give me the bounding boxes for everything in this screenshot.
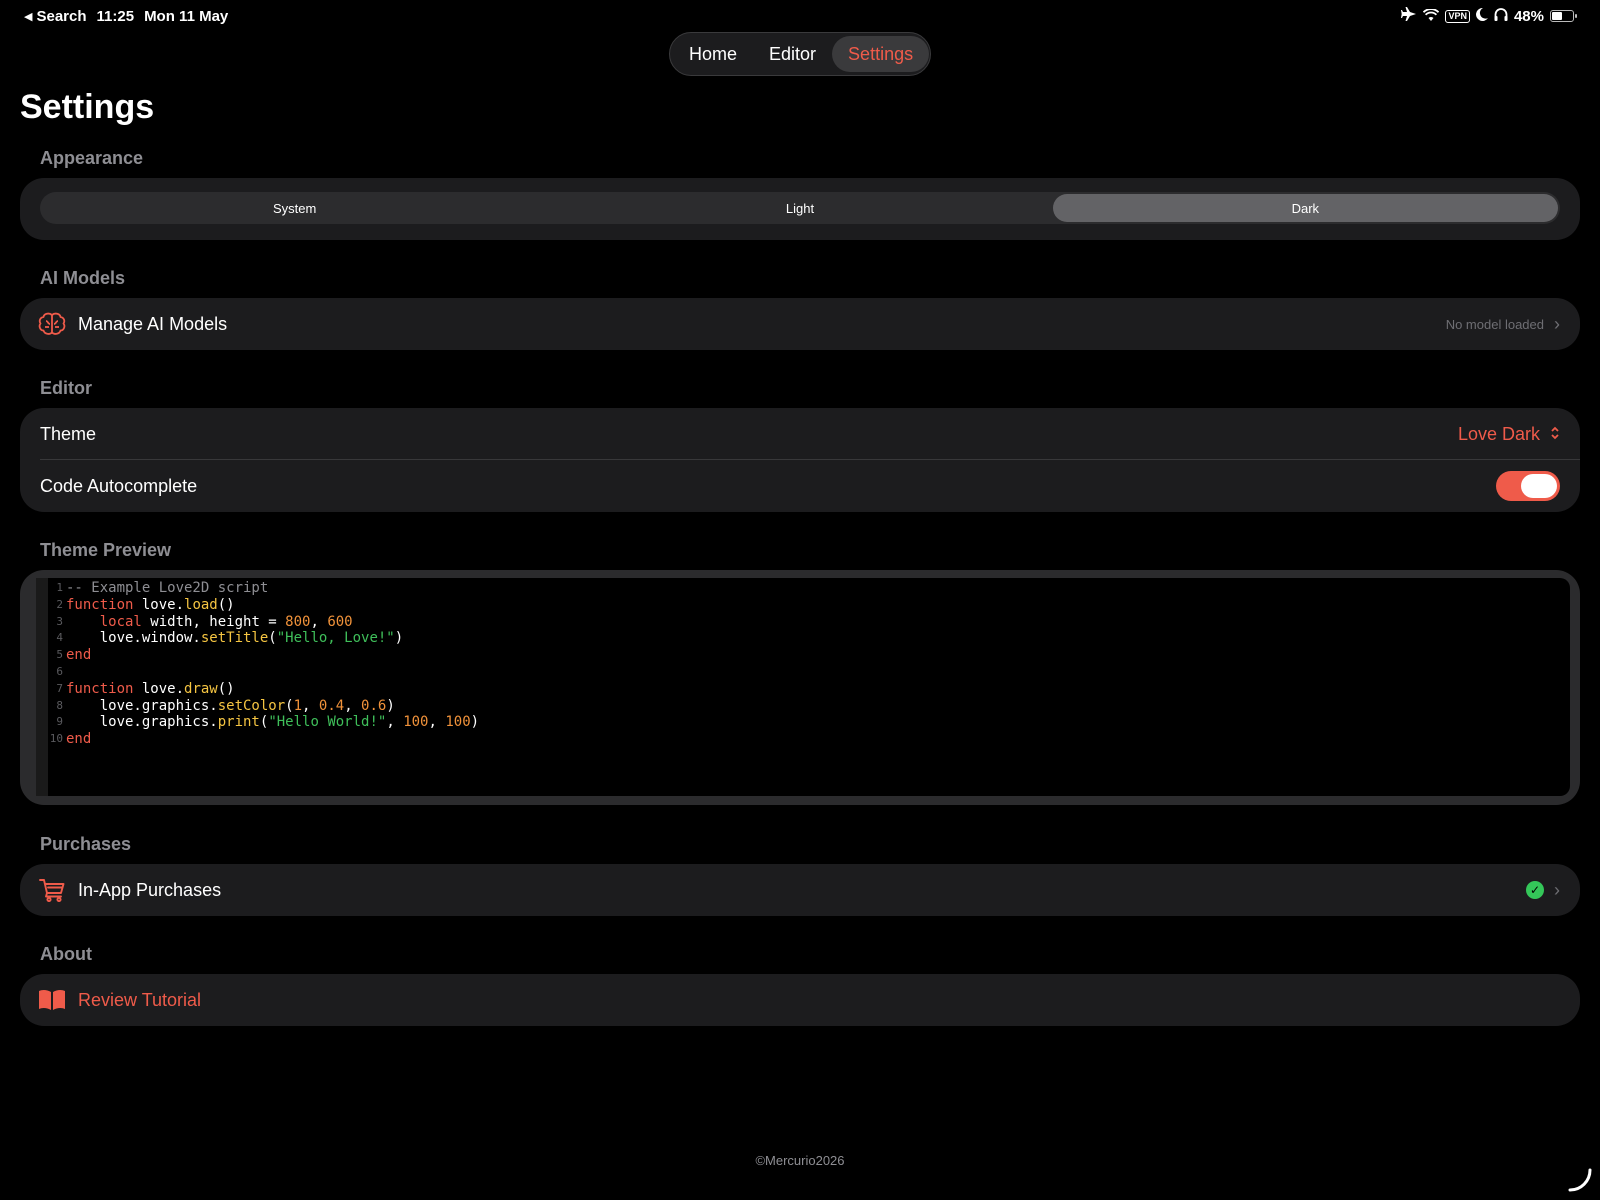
headphones-icon [1494, 7, 1508, 25]
code-line: 8 love.graphics.setColor(1, 0.4, 0.6) [38, 698, 479, 715]
ai-models-card: Manage AI Models No model loaded › [20, 298, 1580, 350]
editor-card: Theme Love Dark Code Autocomplete [20, 408, 1580, 512]
chevron-right-icon: › [1554, 313, 1560, 334]
code-line: 5 end [38, 647, 479, 664]
line-number: 3 [56, 614, 63, 628]
status-bar: ◀ Search 11:25 Mon 11 May VPN 48% [0, 0, 1600, 32]
code-autocomplete-toggle[interactable] [1496, 471, 1560, 501]
line-number: 1 [56, 581, 63, 594]
brain-icon [38, 310, 66, 338]
review-tutorial-label: Review Tutorial [78, 989, 202, 1010]
manage-ai-models-row[interactable]: Manage AI Models No model loaded › [20, 298, 1580, 350]
about-card: Review Tutorial [20, 974, 1580, 1026]
code-line: 4 love.window.setTitle("Hello, Love!") [38, 630, 479, 647]
cart-icon [38, 876, 66, 904]
toggle-knob [1521, 474, 1557, 498]
code-text: love.graphics.setColor(1, 0.4, 0.6) [66, 697, 395, 714]
back-label: Search [36, 8, 87, 25]
appearance-option-dark[interactable]: Dark [1052, 194, 1558, 222]
status-time: 11:25 [96, 8, 135, 25]
appearance-option-light[interactable]: Light [547, 194, 1052, 222]
battery-percent: 48% [1513, 7, 1544, 25]
section-header-ai-models: AI Models [40, 268, 126, 288]
code-text: -- Example Love2D script [66, 580, 269, 596]
code-line: 10 end [38, 731, 479, 748]
page-title: Settings [20, 88, 155, 126]
tab-editor[interactable]: Editor [753, 36, 832, 72]
in-app-purchases-label: In-App Purchases [78, 879, 222, 900]
code-autocomplete-row: Code Autocomplete [20, 460, 1580, 512]
theme-row: Theme Love Dark [20, 408, 1580, 460]
chevron-up-down-icon [1550, 424, 1560, 445]
code-text: love.graphics.print("Hello World!", 100,… [66, 714, 480, 731]
code-line: 7 function love.draw() [38, 681, 479, 698]
theme-value: Love Dark [1457, 423, 1540, 444]
section-header-appearance: Appearance [40, 148, 144, 168]
line-number: 2 [56, 597, 63, 611]
code-autocomplete-label: Code Autocomplete [40, 475, 198, 496]
code-text: local width, height = 800, 600 [99, 613, 353, 630]
code-text: function love.load() [66, 596, 235, 613]
back-triangle-icon: ◀ [24, 11, 33, 23]
chevron-right-icon: › [1554, 879, 1560, 900]
copyright-footer: ©Mercurio2026 [755, 1153, 845, 1168]
main-tab-bar: Home Editor Settings [669, 32, 931, 76]
manage-ai-models-label: Manage AI Models [78, 313, 228, 334]
line-number: 9 [56, 715, 63, 729]
vpn-badge: VPN [1445, 9, 1470, 23]
code-preview-lines: 1 -- Example Love2D script 2 function love.… [38, 580, 479, 748]
purchases-card: In-App Purchases ✓ › [20, 864, 1580, 916]
section-header-about: About [40, 944, 92, 964]
section-header-purchases: Purchases [40, 834, 132, 854]
code-line: 9 love.graphics.print("Hello World!", 10… [38, 714, 479, 731]
theme-preview-card: 1 -- Example Love2D script 2 function love.… [20, 570, 1580, 805]
line-number: 4 [56, 631, 63, 645]
appearance-segmented-control: System Light Dark [40, 192, 1560, 224]
line-number: 5 [56, 648, 63, 662]
code-text: love.window.setTitle("Hello, Love!") [66, 630, 404, 647]
code-text: function love.draw() [66, 680, 235, 697]
appearance-option-system[interactable]: System [42, 194, 547, 222]
line-number: 8 [56, 698, 63, 712]
code-line: 3 local width, height = 800, 600 [38, 614, 479, 631]
code-line: 1 -- Example Love2D script [38, 580, 479, 597]
book-icon [38, 986, 66, 1014]
back-to-search-link[interactable]: ◀ Search [24, 8, 87, 25]
tab-settings[interactable]: Settings [832, 36, 930, 72]
airplane-icon [1401, 7, 1417, 25]
wifi-icon [1423, 7, 1440, 25]
line-number: 7 [56, 681, 63, 695]
section-header-editor: Editor [40, 378, 92, 398]
corner-gesture-indicator [1568, 1168, 1592, 1197]
theme-picker[interactable]: Love Dark [1458, 424, 1560, 445]
section-header-theme-preview: Theme Preview [40, 540, 172, 560]
code-text: end [66, 647, 92, 664]
code-line: 6 [38, 664, 479, 681]
appearance-card: System Light Dark [20, 178, 1580, 240]
in-app-purchases-row[interactable]: In-App Purchases ✓ › [20, 864, 1580, 916]
moon-icon [1476, 7, 1488, 25]
line-number: 10 [49, 732, 63, 746]
ai-model-status: No model loaded [1445, 316, 1544, 332]
code-line: 2 function love.load() [38, 597, 479, 614]
status-date: Mon 11 May [144, 8, 229, 25]
battery-icon [1550, 10, 1577, 22]
tab-home[interactable]: Home [673, 36, 753, 72]
theme-label: Theme [40, 423, 97, 444]
code-text: end [66, 731, 92, 748]
review-tutorial-row[interactable]: Review Tutorial [20, 974, 1580, 1026]
line-number: 6 [56, 664, 63, 678]
checkmark-circle-icon: ✓ [1526, 881, 1544, 899]
